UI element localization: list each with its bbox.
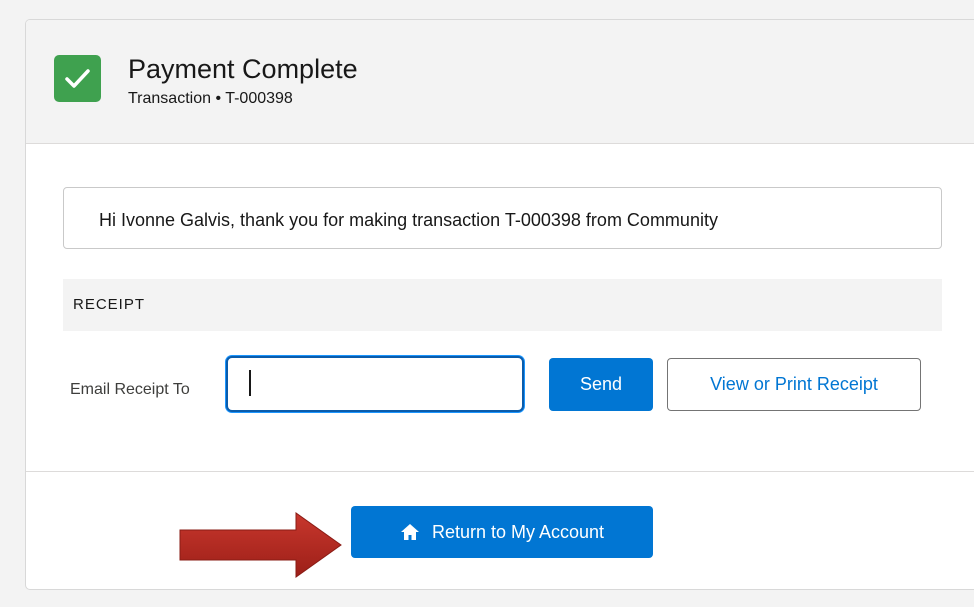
email-receipt-input[interactable]	[226, 356, 524, 412]
card-header: Payment Complete Transaction • T-000398	[26, 20, 974, 144]
text-cursor	[249, 370, 251, 396]
receipt-section-title: RECEIPT	[73, 296, 146, 313]
divider	[26, 471, 974, 472]
receipt-section-header: RECEIPT	[63, 279, 942, 331]
page-subtitle: Transaction • T-000398	[128, 90, 293, 107]
home-icon	[400, 524, 419, 540]
email-receipt-label: Email Receipt To	[70, 381, 190, 398]
return-to-account-button[interactable]: Return to My Account	[351, 506, 653, 558]
payment-card: Payment Complete Transaction • T-000398 …	[25, 19, 974, 590]
confirmation-text: Hi Ivonne Galvis, thank you for making t…	[99, 210, 718, 230]
return-to-account-label: Return to My Account	[431, 521, 605, 542]
confirmation-message: Hi Ivonne Galvis, thank you for making t…	[63, 187, 942, 249]
send-button[interactable]: Send	[549, 358, 653, 411]
success-check-icon	[54, 55, 101, 102]
page-title: Payment Complete	[128, 54, 358, 84]
view-print-receipt-button[interactable]: View or Print Receipt	[667, 358, 921, 411]
annotation-arrow-icon	[179, 512, 342, 578]
